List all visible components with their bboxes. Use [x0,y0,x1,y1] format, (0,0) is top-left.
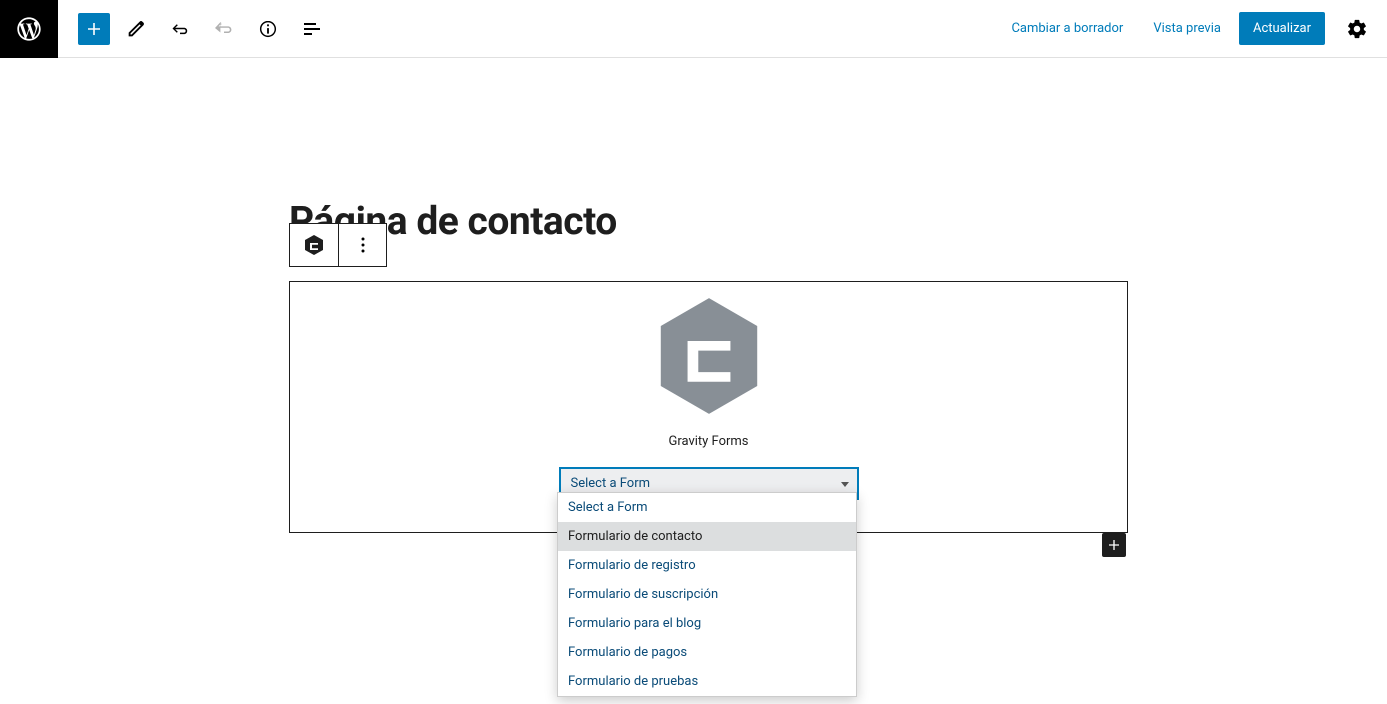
undo-button[interactable] [162,11,198,47]
undo-icon [168,17,192,41]
top-toolbar: Cambiar a borrador Vista previa Actualiz… [0,0,1387,58]
block-type-button[interactable] [290,224,338,266]
edit-tool-button[interactable] [118,11,154,47]
gravity-forms-label: Gravity Forms [668,434,748,449]
info-button[interactable] [250,11,286,47]
block-more-options-button[interactable] [338,224,386,266]
insert-block-button[interactable] [1102,533,1126,557]
wordpress-logo[interactable] [0,0,58,58]
info-icon [257,18,279,40]
dropdown-item[interactable]: Formulario para el blog [558,609,856,638]
toolbar-left [58,11,330,47]
dropdown-item[interactable]: Formulario de registro [558,551,856,580]
form-select-value: Select a Form [571,476,651,491]
plus-icon [1104,535,1124,555]
switch-to-draft-button[interactable]: Cambiar a borrador [999,13,1135,44]
dropdown-item[interactable]: Formulario de pagos [558,638,856,667]
block-toolbar [289,223,387,267]
wordpress-icon [15,15,43,43]
outline-icon [300,17,324,41]
more-vertical-icon [351,233,375,257]
preview-button[interactable]: Vista previa [1141,13,1233,44]
toolbar-right: Cambiar a borrador Vista previa Actualiz… [999,9,1387,49]
outline-button[interactable] [294,11,330,47]
editor-area: Página de contacto Gravity Forms Select … [0,58,1387,148]
redo-button[interactable] [206,11,242,47]
pencil-icon [125,18,147,40]
form-select-dropdown: Select a FormFormulario de contactoFormu… [557,492,857,697]
gravity-forms-logo [655,296,763,420]
add-block-button[interactable] [78,13,110,45]
redo-icon [212,17,236,41]
plus-icon [82,17,106,41]
update-button[interactable]: Actualizar [1239,12,1325,45]
gravity-forms-block-icon [302,233,326,257]
dropdown-item[interactable]: Formulario de contacto [558,522,856,551]
dropdown-item[interactable]: Formulario de pruebas [558,667,856,696]
gear-icon [1346,18,1368,40]
settings-button[interactable] [1337,9,1377,49]
dropdown-item[interactable]: Select a Form [558,493,856,522]
dropdown-item[interactable]: Formulario de suscripción [558,580,856,609]
